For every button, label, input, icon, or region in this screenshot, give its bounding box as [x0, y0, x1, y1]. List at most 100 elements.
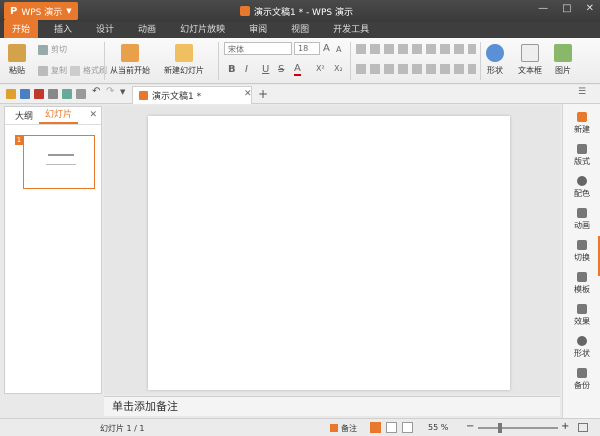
- task-color-scheme[interactable]: 配色: [563, 176, 600, 199]
- open-icon[interactable]: [6, 89, 16, 99]
- zoom-out-button[interactable]: −: [466, 421, 474, 432]
- subscript-button[interactable]: X₂: [334, 64, 343, 73]
- grow-font-button[interactable]: A: [323, 43, 330, 54]
- slide-thumbnail[interactable]: [23, 135, 95, 189]
- shapes-button[interactable]: 形状: [486, 44, 504, 76]
- ribbon-divider: [218, 42, 219, 80]
- font-name-select[interactable]: 宋体: [224, 42, 292, 55]
- new-icon: [577, 112, 587, 122]
- format-painter-button[interactable]: 格式刷: [70, 65, 107, 76]
- tab-view[interactable]: 视图: [283, 20, 317, 38]
- redo-icon[interactable]: ↷: [106, 86, 116, 97]
- italic-button[interactable]: I: [245, 64, 248, 75]
- pdf-icon[interactable]: [34, 89, 44, 99]
- app-menu-label: WPS 演示: [21, 7, 63, 18]
- task-pane: 新建 版式 配色 动画 切换 模板 效果 形状 备份: [562, 104, 600, 418]
- close-button[interactable]: ✕: [586, 3, 594, 14]
- paste-button[interactable]: 粘贴: [8, 44, 26, 76]
- textbox-button[interactable]: 文本框: [518, 44, 542, 76]
- slide-counter: 幻灯片 1 / 1: [100, 424, 145, 433]
- picture-button[interactable]: 图片: [554, 44, 572, 76]
- new-slide-button[interactable]: 新建幻灯片: [164, 44, 204, 76]
- window-controls: — □ ✕: [538, 3, 594, 14]
- document-icon: [240, 6, 250, 16]
- copy-button[interactable]: 复制: [38, 65, 67, 76]
- animation-icon: [577, 208, 587, 218]
- task-new[interactable]: 新建: [563, 112, 600, 135]
- slide-sorter-view-button[interactable]: [386, 422, 397, 433]
- save-icon[interactable]: [20, 89, 30, 99]
- slideshow-view-button[interactable]: [402, 422, 413, 433]
- panel-toggle-icon[interactable]: ☰: [578, 87, 588, 97]
- task-template[interactable]: 模板: [563, 272, 600, 295]
- undo-icon[interactable]: ↶: [92, 86, 102, 97]
- normal-view-button[interactable]: [370, 422, 381, 433]
- paragraph-buttons-row[interactable]: [356, 44, 476, 54]
- ribbon-divider: [104, 42, 105, 80]
- textbox-icon: [521, 44, 539, 62]
- zoom-level: 55 %: [428, 423, 449, 432]
- status-bar: 幻灯片 1 / 1 备注 55 % − +: [0, 418, 600, 436]
- zoom-slider[interactable]: [478, 423, 558, 433]
- shrink-font-button[interactable]: A: [336, 45, 341, 54]
- shapes-icon: [486, 44, 504, 62]
- thumbnail-subtitle-placeholder: [46, 164, 76, 165]
- document-tab[interactable]: 演示文稿1 *: [132, 86, 252, 104]
- task-shapes[interactable]: 形状: [563, 336, 600, 359]
- minimize-button[interactable]: —: [538, 3, 548, 14]
- task-layout[interactable]: 版式: [563, 144, 600, 167]
- ribbon-tabs: 开始 插入 设计 动画 幻灯片放映 审阅 视图 开发工具: [0, 20, 600, 38]
- underline-button[interactable]: U: [262, 64, 269, 75]
- print-icon[interactable]: [48, 89, 58, 99]
- tab-animation[interactable]: 动画: [130, 20, 164, 38]
- ribbon-divider: [480, 42, 481, 80]
- slide-canvas[interactable]: [148, 116, 510, 390]
- font-color-button[interactable]: A: [294, 64, 301, 76]
- ribbon: 粘贴 剪切 复制 格式刷 从当前开始 新建幻灯片 宋体 18 A A B I U…: [0, 38, 600, 84]
- window-title: 演示文稿1 * - WPS 演示: [240, 5, 353, 18]
- strikethrough-button[interactable]: S: [278, 64, 284, 75]
- preview-icon[interactable]: [62, 89, 72, 99]
- zoom-slider-thumb[interactable]: [498, 423, 502, 433]
- scissors-icon: [38, 44, 48, 55]
- tab-developer[interactable]: 开发工具: [325, 20, 377, 38]
- slide-workarea: [104, 106, 560, 394]
- notes-toggle-button[interactable]: 备注: [330, 423, 357, 434]
- new-tab-icon[interactable]: +: [258, 87, 268, 101]
- slides-panel: 大纲 幻灯片 ✕ 1: [4, 106, 102, 394]
- cut-button[interactable]: 剪切: [38, 44, 67, 55]
- superscript-button[interactable]: X²: [316, 64, 325, 73]
- tab-review[interactable]: 审阅: [241, 20, 275, 38]
- maximize-button[interactable]: □: [562, 3, 571, 14]
- document-icon: [139, 91, 148, 100]
- alignment-buttons-row[interactable]: [356, 64, 476, 74]
- app-menu-button[interactable]: P WPS 演示 ▼: [4, 2, 78, 20]
- task-transition[interactable]: 切换: [563, 240, 600, 263]
- tab-home[interactable]: 开始: [4, 20, 39, 38]
- bold-button[interactable]: B: [228, 64, 236, 75]
- panel-tabs: 大纲 幻灯片: [5, 107, 101, 125]
- thumbnail-title-placeholder: [48, 154, 74, 156]
- fit-window-icon[interactable]: [578, 423, 588, 432]
- close-icon[interactable]: ✕: [89, 110, 97, 120]
- effects-icon: [577, 304, 587, 314]
- tab-slideshow[interactable]: 幻灯片放映: [172, 20, 233, 38]
- from-current-button[interactable]: 从当前开始: [110, 44, 150, 76]
- brush-icon: [70, 65, 80, 76]
- spellcheck-icon[interactable]: [76, 89, 86, 99]
- tab-design[interactable]: 设计: [88, 20, 122, 38]
- task-animation[interactable]: 动画: [563, 208, 600, 231]
- wps-logo-icon: P: [10, 5, 18, 17]
- notes-pane[interactable]: 单击添加备注: [104, 396, 560, 416]
- font-size-select[interactable]: 18: [294, 42, 320, 55]
- tab-insert[interactable]: 插入: [46, 20, 80, 38]
- notes-icon: [330, 424, 338, 432]
- task-effects[interactable]: 效果: [563, 304, 600, 327]
- play-slide-icon: [121, 44, 139, 62]
- tab-outline[interactable]: 大纲: [9, 109, 39, 122]
- chevron-down-icon[interactable]: ▼: [120, 88, 130, 98]
- task-backup[interactable]: 备份: [563, 368, 600, 391]
- zoom-in-button[interactable]: +: [561, 421, 569, 432]
- close-tab-icon[interactable]: ✕: [244, 89, 252, 99]
- tab-slides[interactable]: 幻灯片: [39, 107, 79, 124]
